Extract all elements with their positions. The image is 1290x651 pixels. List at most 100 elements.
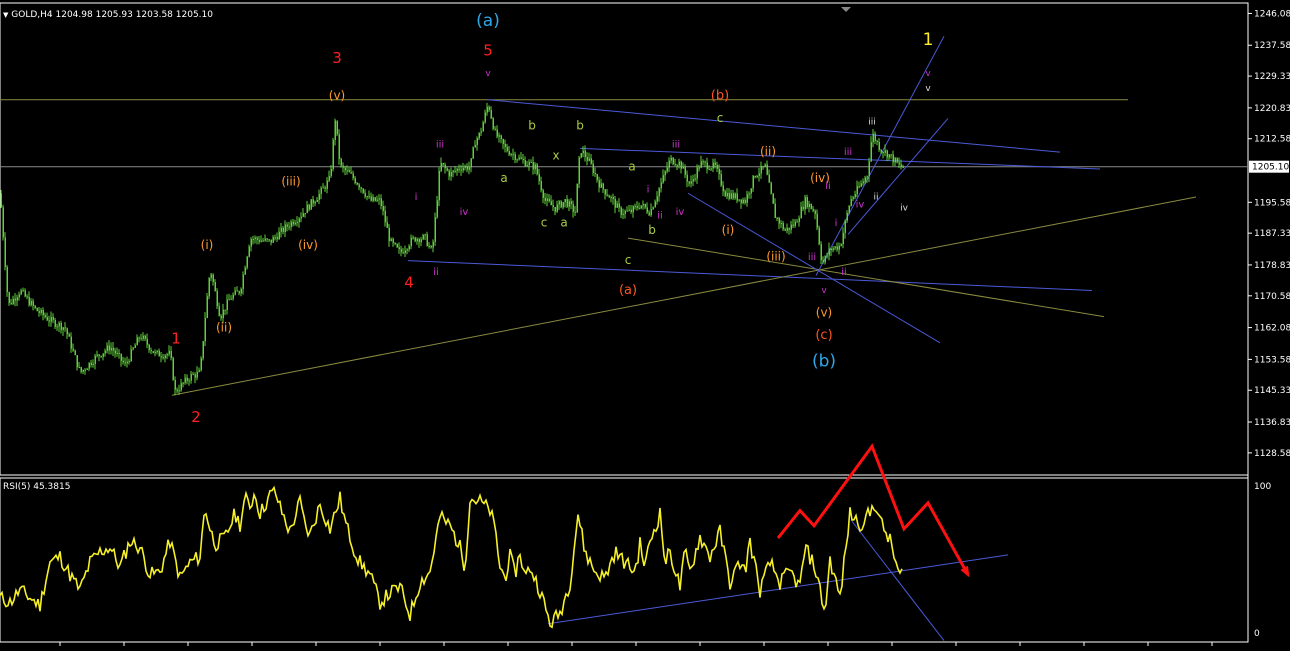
candle-body [122,360,124,363]
candle-body [96,354,98,356]
wave-label: v [821,286,827,296]
candle-body [128,360,130,362]
candle-body [26,296,28,298]
candle-body [712,162,714,169]
candle-body [178,390,180,392]
wave-label: v [925,84,931,94]
candle-body [216,291,218,307]
candle-body [302,213,304,217]
candle-body [798,218,800,222]
candle-body [726,193,728,197]
candle-body [528,162,530,166]
candle-body [520,157,522,159]
candle-body [690,181,692,184]
candle-body [828,248,830,256]
candle-body [742,199,744,204]
candle-body [22,290,24,292]
candle-body [406,249,408,251]
candle-body [766,164,768,175]
candle-body [758,173,760,176]
candle-body [852,197,854,200]
candle-body [750,188,752,194]
candle-body [480,131,482,133]
candle-body [146,338,148,345]
candle-body [716,165,718,169]
candle-body [780,222,782,224]
candle-body [796,221,798,223]
candle-body [66,328,68,335]
candle-body [422,235,424,240]
candle-body [28,296,30,306]
candle-body [256,237,258,240]
candle-body [124,362,126,364]
candle-body [384,211,386,223]
wave-label: (b) [711,89,729,104]
candle-body [10,302,12,304]
candle-body [240,288,242,294]
candle-body [792,224,794,226]
candle-body [260,240,262,242]
candle-body [24,290,26,297]
wave-label: (i) [201,238,214,252]
candle-body [370,196,372,201]
candle-body [316,199,318,202]
wave-label: x [552,148,559,162]
candle-body [632,206,634,213]
candle-body [136,337,138,346]
candle-body [586,157,588,161]
candle-body [92,363,94,366]
candle-body [268,239,270,241]
candle-body [86,368,88,370]
candle-body [236,290,238,292]
candle-body [612,197,614,199]
candle-body [56,326,58,328]
candle-body [222,309,224,319]
y-tick-label: 1178.83 [1254,261,1290,271]
candle-body [354,178,356,184]
candle-body [740,199,742,204]
candle-body [468,167,470,170]
candle-body [404,250,406,254]
candle-body [788,227,790,230]
candle-body [224,309,226,311]
candle-body [410,237,412,247]
candle-body [440,162,442,172]
wave-label: a [628,160,635,174]
candle-body [512,154,514,156]
candle-body [414,237,416,242]
candle-body [218,306,220,316]
candle-body [186,377,188,381]
wave-label: iii [808,252,816,263]
candle-body [294,222,296,225]
candle-body [670,157,672,161]
candle-body [188,380,190,382]
candle-body [848,205,850,214]
candle-body [874,133,876,141]
candle-body [434,217,436,242]
candle-body [602,183,604,190]
candle-body [504,143,506,147]
dropdown-arrow-icon[interactable]: ▼ [3,11,8,19]
candle-body [720,173,722,186]
candle-body [460,169,462,171]
wave-label: (i) [722,223,735,237]
candle-body [114,350,116,354]
candle-body [296,222,298,224]
wave-label: a [500,171,507,185]
candle-body [820,244,822,260]
candle-body [824,256,826,263]
candle-body [98,354,100,356]
candle-body [598,180,600,188]
candle-body [694,178,696,180]
candle-body [126,361,128,364]
candle-body [630,209,632,213]
candle-body [724,191,726,197]
candle-body [746,194,748,203]
candle-body [714,162,716,166]
candle-body [558,201,560,205]
candle-body [702,161,704,163]
candle-body [532,161,534,170]
candle-body [484,112,486,123]
candle-body [458,168,460,170]
candle-body [722,185,724,192]
